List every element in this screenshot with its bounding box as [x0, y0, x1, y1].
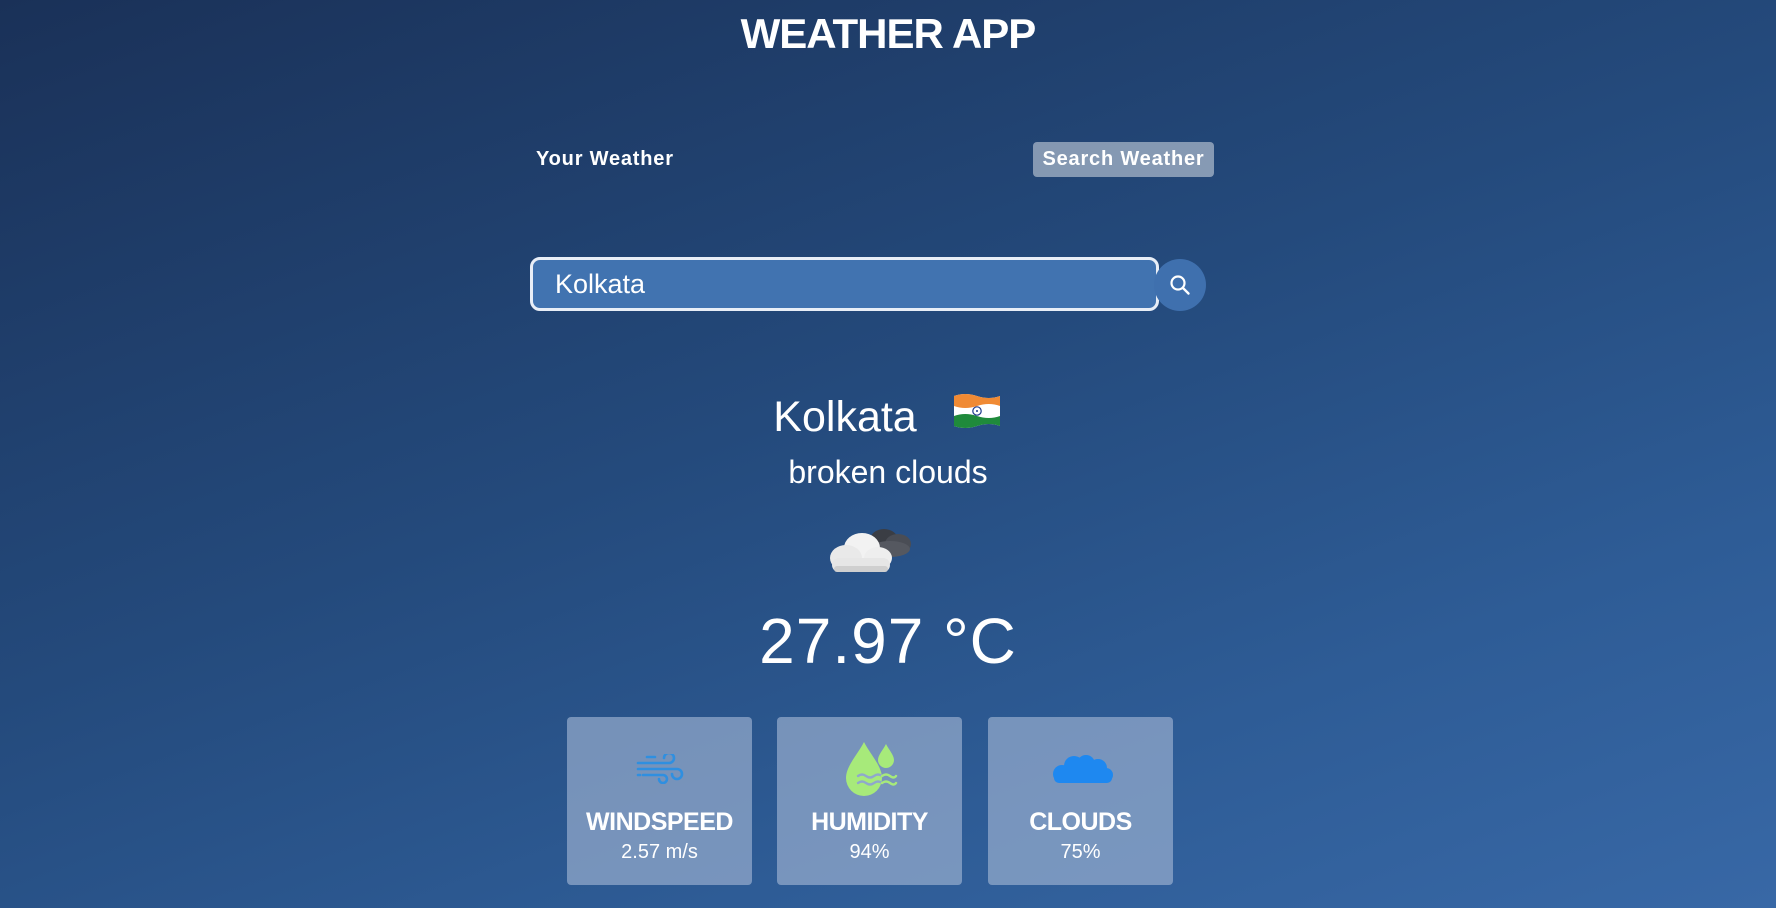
humidity-card: HUMIDITY 94%: [777, 717, 962, 885]
humidity-icon: [845, 742, 897, 796]
clouds-icon: [1052, 755, 1113, 783]
clouds-value: 75%: [1060, 841, 1101, 863]
india-flag-icon: [951, 390, 1003, 444]
city-row: Kolkata: [0, 390, 1776, 444]
broken-clouds-icon: [822, 516, 922, 578]
humidity-value: 94%: [849, 841, 890, 863]
search-button[interactable]: [1154, 259, 1206, 311]
tab-search-weather[interactable]: Search Weather: [1033, 142, 1214, 177]
app-title: WEATHER APP: [740, 10, 1037, 57]
wind-icon: [636, 754, 683, 784]
weather-description: broken clouds: [788, 454, 988, 490]
city-name: Kolkata: [773, 393, 917, 441]
tab-your-weather[interactable]: Your Weather: [530, 142, 680, 177]
search-input[interactable]: [530, 257, 1159, 311]
windspeed-value: 2.57 m/s: [621, 841, 698, 863]
temperature: 27.97 °C: [759, 605, 1017, 677]
humidity-title: HUMIDITY: [811, 808, 928, 836]
clouds-card: CLOUDS 75%: [988, 717, 1173, 885]
windspeed-title: WINDSPEED: [586, 808, 733, 836]
search-icon: [1170, 275, 1190, 295]
clouds-title: CLOUDS: [1029, 808, 1132, 836]
windspeed-card: WINDSPEED 2.57 m/s: [567, 717, 752, 885]
